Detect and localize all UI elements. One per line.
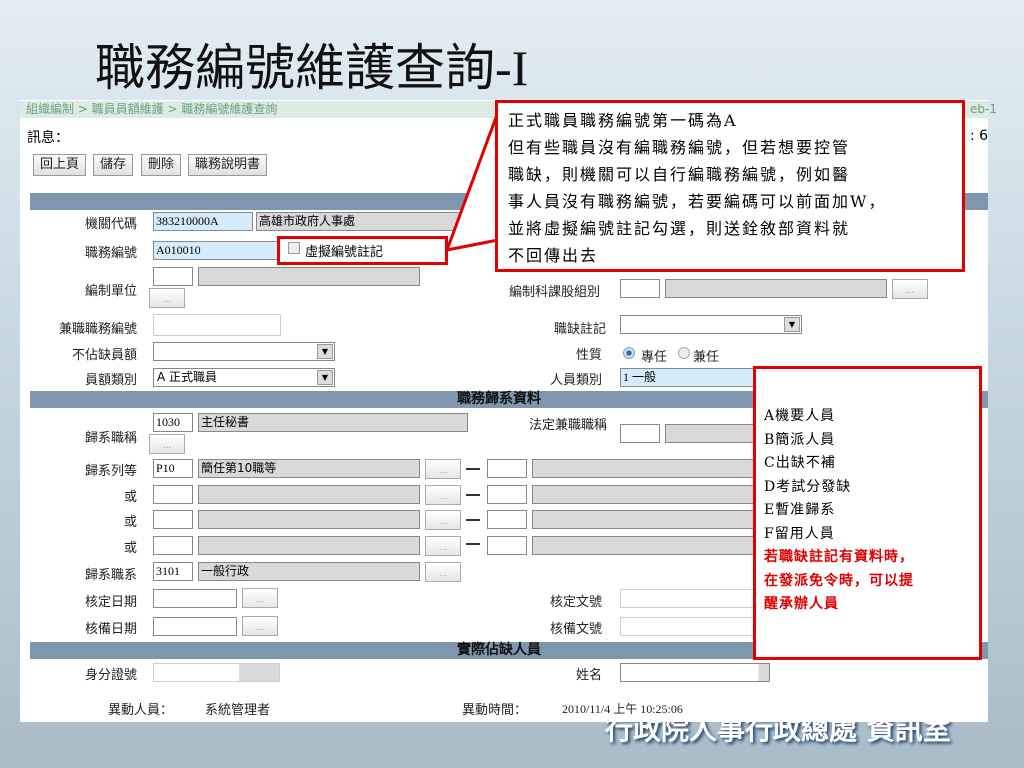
callout-note: 若職缺註記有資料時， — [764, 549, 914, 565]
vacancy-type-item: D考試分發缺 — [764, 478, 852, 495]
vacancy-type-item: B簡派人員 — [764, 431, 836, 448]
callout-note: 在發派免令時，可以提 — [764, 572, 914, 589]
callout-line: 事人員沒有職務編號，若要編碼可以前面加W， — [508, 192, 887, 211]
callout-line: 但有些職員沒有編職務編號，但若想要控管 — [508, 138, 851, 157]
vacancy-type-item: A機要人員 — [764, 408, 836, 424]
callout-virtual-number: 正式職員職務編號第一碼為A 但有些職員沒有編職務編號，但若想要控管 職缺，則機關… — [495, 100, 965, 272]
callout-vacancy-note: A機要人員 B簡派人員 C出缺不補 D考試分發缺 E暫准歸系 F留用人員 若職缺… — [753, 366, 982, 660]
callout-line: 職缺，則機關可以自行編職務編號，例如醫 — [508, 165, 851, 184]
callout-line: 並將虛擬編號註記勾選，則送銓敘部資料就 — [508, 219, 851, 238]
vacancy-type-item: C出缺不補 — [764, 455, 836, 471]
callout-line: 不回傳出去 — [508, 246, 599, 265]
vacancy-type-item: E暫准歸系 — [764, 502, 836, 518]
callout-line: 正式職員職務編號第一碼為A — [508, 111, 738, 130]
callout-note: 醒承辦人員 — [764, 596, 839, 612]
vacancy-type-item: F留用人員 — [764, 525, 835, 542]
